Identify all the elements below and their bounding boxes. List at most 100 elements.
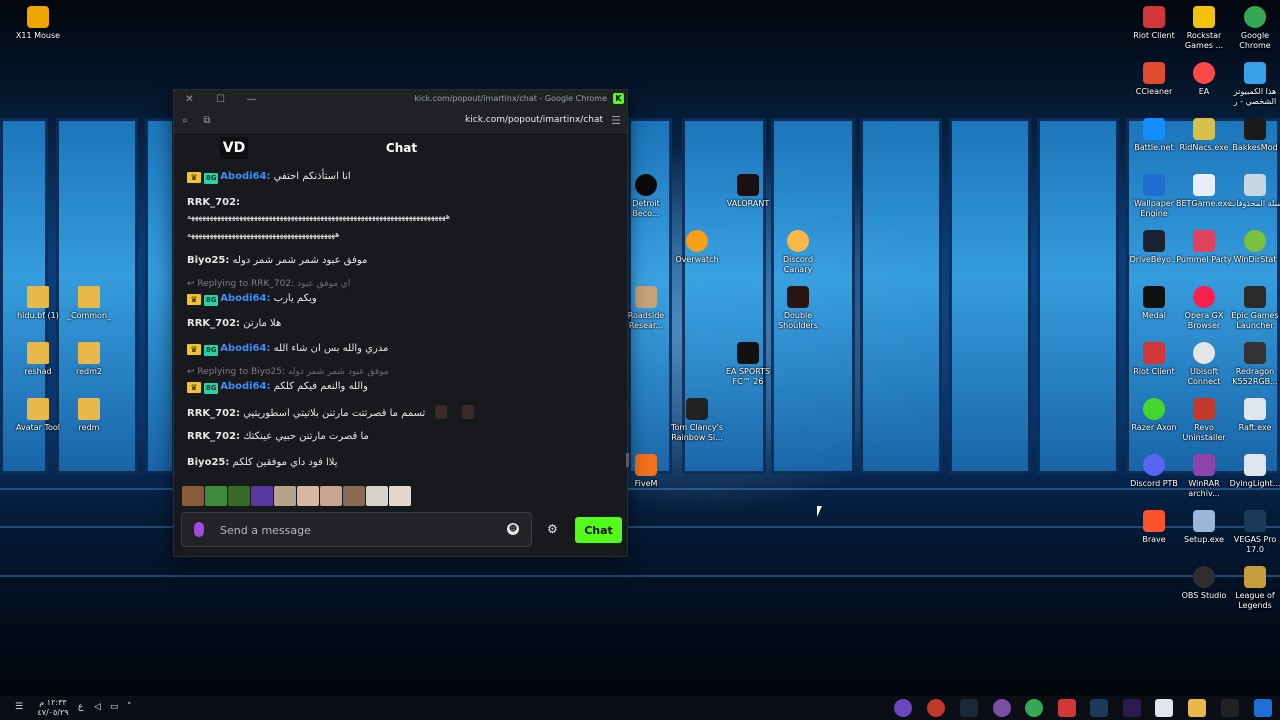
chat-username[interactable]: Abodi64 <box>220 171 266 182</box>
chat-username[interactable]: RRK_702 <box>187 431 236 442</box>
emoji-picker-icon[interactable]: ☻ <box>507 523 519 535</box>
reply-context[interactable]: ↩ Replying to RRK_702: اي موفق عبود <box>187 279 350 289</box>
chat-username[interactable]: Abodi64 <box>220 381 266 392</box>
desktop-icon-obs[interactable]: OBS Studio <box>1176 566 1232 601</box>
steam-icon[interactable] <box>960 699 978 717</box>
desktop-icon-this-pc[interactable]: هذا الكمبيوتر الشخصي - ر <box>1227 62 1280 107</box>
emote-icon[interactable] <box>228 486 250 506</box>
url-text[interactable]: kick.com/popout/imartinx/chat <box>465 115 603 125</box>
zoom-icon[interactable]: ⌕ <box>174 115 196 126</box>
desktop-icon-wallpaper-engine[interactable]: Wallpaper Engine <box>1126 174 1182 219</box>
gear-icon[interactable]: ⚙ <box>547 522 558 536</box>
emote-icon[interactable] <box>274 486 296 506</box>
desktop-icon-discord-canary[interactable]: Discord Canary <box>770 230 826 275</box>
emote-icon[interactable] <box>251 486 273 506</box>
chat-username[interactable]: RRK_702 <box>187 408 236 419</box>
desktop-icon-double-shoulders[interactable]: Double Shoulders <box>770 286 826 331</box>
desktop-icon-rainbow-six[interactable]: Tom Clancy's Rainbow Si... <box>669 398 725 443</box>
chat-scrollbar[interactable] <box>626 453 629 467</box>
desktop-icon-league[interactable]: League of Legends <box>1227 566 1280 611</box>
chat-username[interactable]: Abodi64 <box>220 343 266 354</box>
chat-username[interactable]: Biyo25 <box>187 457 225 468</box>
vegas-pro-icon[interactable] <box>1090 699 1108 717</box>
language-indicator[interactable]: ع <box>78 702 83 712</box>
emote-icon[interactable] <box>320 486 342 506</box>
store-icon[interactable] <box>1155 699 1173 717</box>
desktop-icon-recycle-bin[interactable]: سلة المحذوفات <box>1227 174 1280 209</box>
desktop-icon-pummel-party[interactable]: Pummel Party <box>1176 230 1232 265</box>
desktop-icon-epic-games[interactable]: Epic Games Launcher <box>1227 286 1280 331</box>
start-menu-icon[interactable] <box>1254 699 1272 717</box>
emote-icon[interactable] <box>205 486 227 506</box>
chat-username[interactable]: Biyo25 <box>187 255 225 266</box>
desktop-folder-redm2[interactable]: redm2 <box>61 342 117 377</box>
desktop-icon-ccleaner[interactable]: CCleaner <box>1126 62 1182 97</box>
minimize-icon[interactable]: — <box>236 90 267 109</box>
medal-icon[interactable] <box>1221 699 1239 717</box>
close-icon[interactable]: ✕ <box>174 90 205 109</box>
desktop-icon-bakkesmod[interactable]: BakkesMod <box>1227 118 1280 153</box>
desktop-icon-winrar[interactable]: WinRAR archiv... <box>1176 454 1232 499</box>
notification-icon[interactable]: ☰ <box>15 702 23 712</box>
desktop-icon-valorant[interactable]: VALORANT <box>720 174 776 209</box>
desktop-icon-drivebeyond[interactable]: DriveBeyo... <box>1126 230 1182 265</box>
message-input[interactable] <box>220 521 490 539</box>
file-explorer-icon[interactable] <box>1188 699 1206 717</box>
desktop-folder-reshad[interactable]: reshad <box>10 342 66 377</box>
desktop-icon-riot-client-2[interactable]: Riot Client <box>1126 342 1182 377</box>
emote-icon[interactable] <box>366 486 388 506</box>
desktop-folder-hidu[interactable]: hidu.bf (1) <box>10 286 66 321</box>
desktop-icon-raft[interactable]: Raft.exe <box>1227 398 1280 433</box>
send-chat-button[interactable]: Chat <box>575 517 622 543</box>
taskbar-app-icon[interactable] <box>1058 699 1076 717</box>
emote-icon[interactable] <box>389 486 411 506</box>
desktop-icon-opera-gx[interactable]: Opera GX Browser <box>1176 286 1232 331</box>
desktop-icon-battlenet[interactable]: Battle.net <box>1126 118 1182 153</box>
desktop-icon-overwatch[interactable]: Overwatch <box>669 230 725 265</box>
emote-icon[interactable] <box>297 486 319 506</box>
desktop-icon-vegas-pro[interactable]: VEGAS Pro 17.0 <box>1227 510 1280 555</box>
title-bar[interactable]: ✕ ☐ — kick.com/popout/imartinx/chat - Go… <box>174 90 627 109</box>
taskbar-app-icon[interactable] <box>927 699 945 717</box>
clock[interactable]: ١٢:٣٣ م ٤٧/٠٥/٢٩ <box>36 698 70 718</box>
chat-username[interactable]: RRK_702 <box>187 197 236 208</box>
desktop-icon-ea[interactable]: EA <box>1176 62 1232 97</box>
desktop-folder-redm[interactable]: redm <box>61 398 117 433</box>
chrome-icon[interactable] <box>1025 699 1043 717</box>
desktop-icon-x11-mouse[interactable]: X11 Mouse <box>10 6 66 41</box>
desktop-icon-discord-ptb[interactable]: Discord PTB <box>1126 454 1182 489</box>
desktop-icon-riot-client[interactable]: Riot Client <box>1126 6 1182 41</box>
maximize-icon[interactable]: ☐ <box>205 90 236 109</box>
chat-username[interactable]: Abodi64 <box>220 293 266 304</box>
desktop-icon-brave[interactable]: Brave <box>1126 510 1182 545</box>
desktop-icon-ubisoft[interactable]: Ubisoft Connect <box>1176 342 1232 387</box>
desktop-folder-avatar-tool[interactable]: Avatar Tool <box>10 398 66 433</box>
volume-icon[interactable]: ◁ <box>94 702 101 712</box>
desktop-icon-revo[interactable]: Revo Uninstaller <box>1176 398 1232 443</box>
network-icon[interactable]: ▭ <box>110 702 119 712</box>
taskbar-app-icon[interactable] <box>894 699 912 717</box>
desktop-icon-chrome[interactable]: Google Chrome <box>1227 6 1280 51</box>
desktop-icon-dyinglight[interactable]: DyingLight... <box>1227 454 1280 489</box>
desktop-icon-medal[interactable]: Medal <box>1126 286 1182 321</box>
emote-icon[interactable] <box>343 486 365 506</box>
emote-icon[interactable] <box>182 486 204 506</box>
taskbar-app-icon[interactable] <box>993 699 1011 717</box>
chat-messages[interactable]: ♛ 8G Abodi64: انا استأذنكم احتفي RRK_702:… <box>174 165 629 485</box>
site-settings-icon[interactable]: ☰ <box>611 114 621 127</box>
desktop-icon-betgame[interactable]: BETGame.exe <box>1176 174 1232 209</box>
desktop-icon-ridnacs[interactable]: RidNacs.exe <box>1176 118 1232 153</box>
show-hidden-icons-icon[interactable]: ˄ <box>127 702 132 712</box>
reply-context[interactable]: ↩ Replying to Biyo25: موفق عبود شمر شمر … <box>187 367 389 377</box>
after-effects-icon[interactable] <box>1123 699 1141 717</box>
translate-icon[interactable]: ⧉ <box>196 115 218 126</box>
desktop-icon-rockstar[interactable]: Rockstar Games ... <box>1176 6 1232 51</box>
desktop-icon-windirstat[interactable]: WinDirStat <box>1227 230 1280 265</box>
desktop-icon-redragon[interactable]: Redragon K552RGB... <box>1227 342 1280 387</box>
desktop-icon-ea-fc[interactable]: EA SPORTS FC™ 26 <box>720 342 776 387</box>
desktop-folder-common[interactable]: _Common_ <box>61 286 117 321</box>
desktop-icon-setup[interactable]: Setup.exe <box>1176 510 1232 545</box>
desktop-icon-razer-axon[interactable]: Razer Axon <box>1126 398 1182 433</box>
microphone-icon[interactable] <box>194 522 204 537</box>
chat-username[interactable]: RRK_702 <box>187 318 236 329</box>
